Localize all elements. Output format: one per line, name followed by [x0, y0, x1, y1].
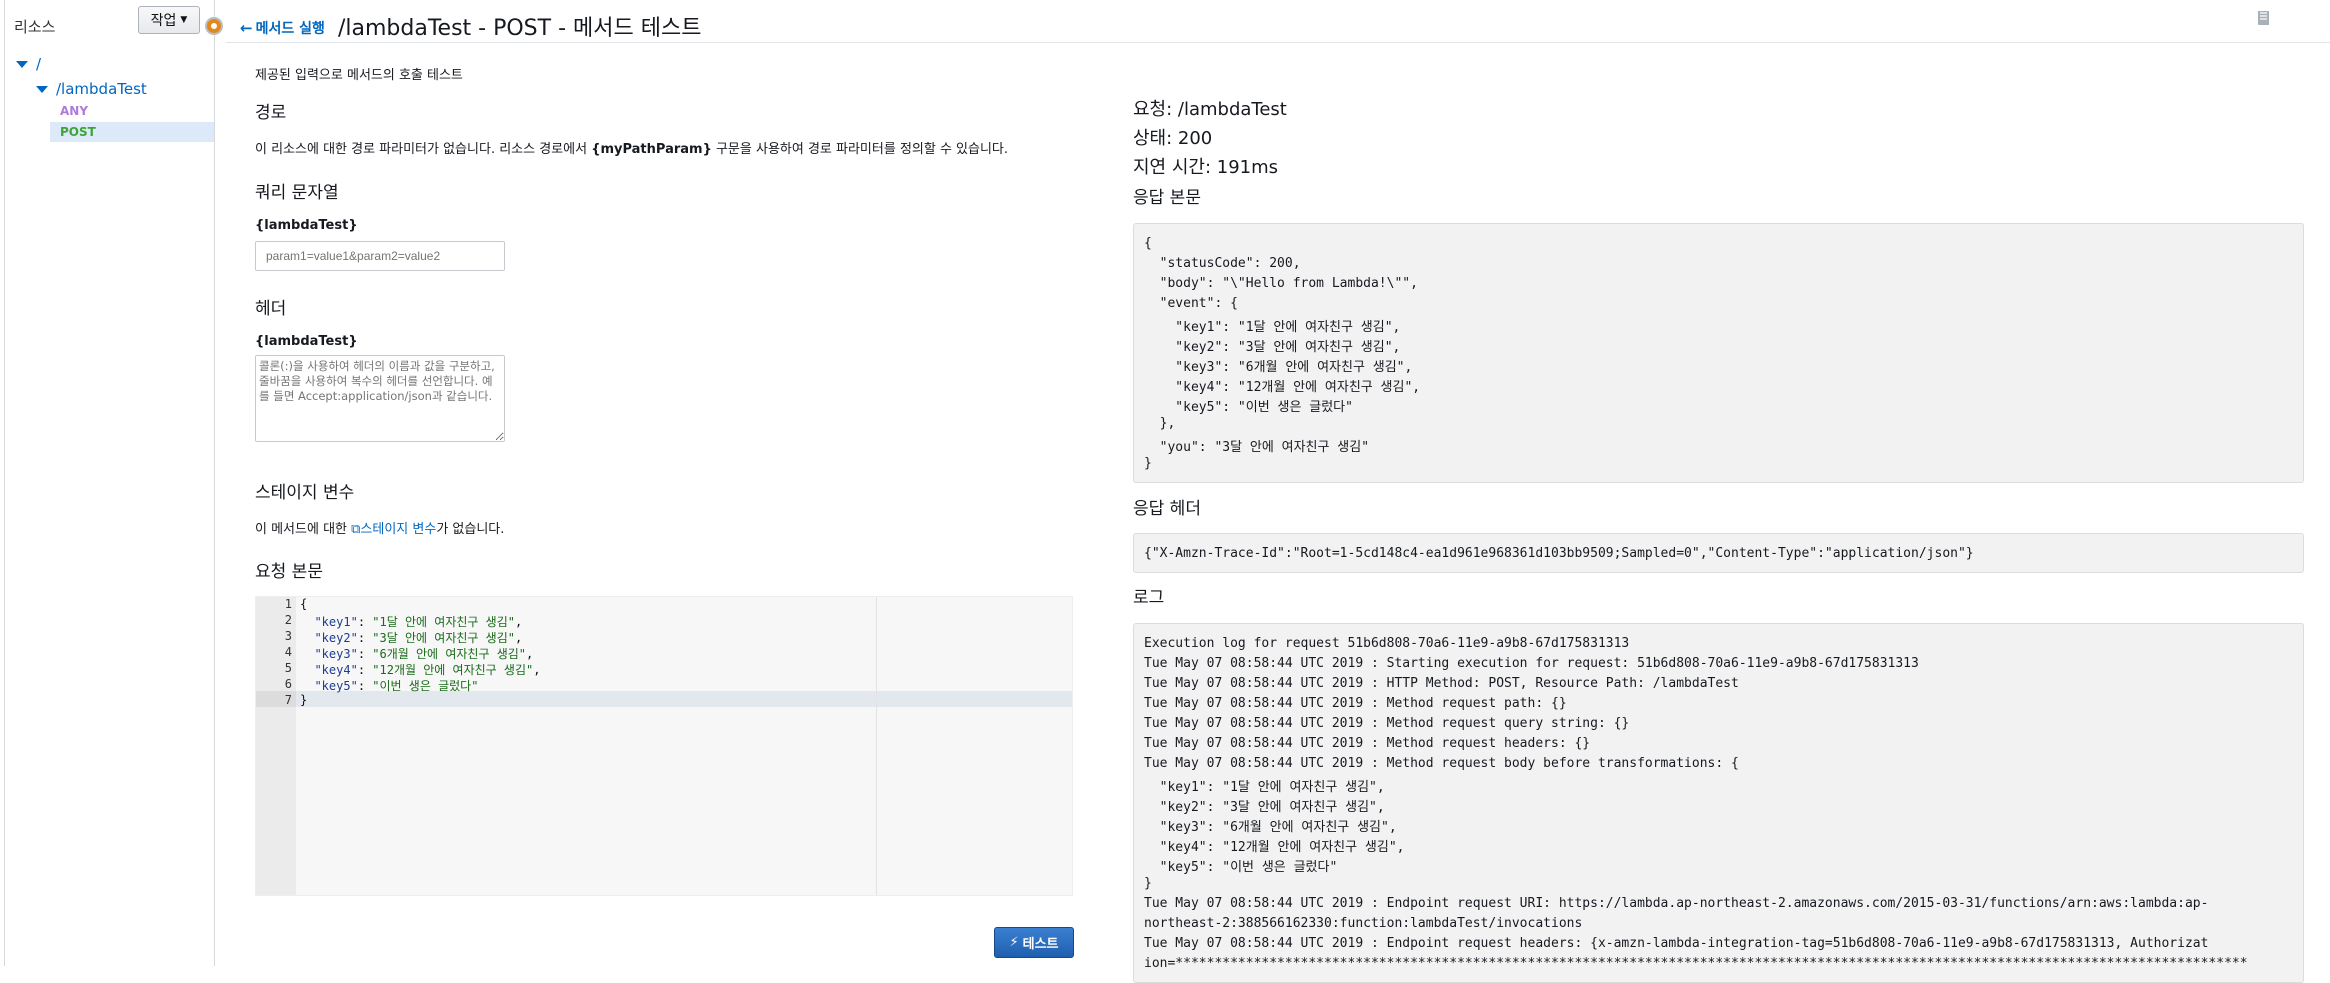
response-body-line: "key4": "12개월 안에 여자친구 생김",: [1144, 380, 1421, 395]
query-param-label: {lambdaTest}: [255, 218, 358, 233]
query-string-heading: 쿼리 문자열: [255, 183, 339, 203]
arrow-left-icon: ←: [240, 19, 253, 37]
code-line: "key4": "12개월 안에 여자친구 생김",: [314, 663, 541, 677]
stage-text-before: 이 메서드에 대한: [255, 522, 352, 537]
response-body-line: },: [1144, 416, 1176, 431]
query-string-input[interactable]: [255, 241, 505, 271]
log-line: Tue May 07 08:58:44 UTC 2019 : Endpoint …: [1144, 896, 2209, 911]
line-number: 1: [284, 597, 292, 611]
back-link-label: 메서드 실행: [255, 21, 325, 37]
test-button[interactable]: ⚡ 테스트: [994, 927, 1074, 958]
sidebar-edge: [4, 0, 5, 966]
logs-heading: 로그: [1133, 588, 1165, 608]
book-icon[interactable]: [2254, 8, 2274, 28]
response-status: 상태: 200: [1133, 128, 1213, 149]
line-number: 7: [284, 693, 292, 707]
chevron-down-icon: ▼: [180, 15, 188, 25]
line-number: 3: [284, 629, 292, 643]
response-body-line: "key3": "6개월 안에 여자친구 생김",: [1144, 360, 1413, 375]
tree-method-any[interactable]: ANY: [60, 104, 88, 118]
log-line: northeast-2:388566162330:function:lambda…: [1144, 916, 1583, 931]
response-body-line: "key1": "1달 안에 여자친구 생김",: [1144, 320, 1401, 335]
tree-item-root[interactable]: /: [16, 55, 41, 73]
log-line: "key4": "12개월 안에 여자친구 생김",: [1144, 840, 1405, 855]
stage-variables-heading: 스테이지 변수: [255, 483, 355, 503]
response-body-line: "statusCode": 200,: [1144, 256, 1301, 271]
response-headers-value: {"X-Amzn-Trace-Id":"Root=1-5cd148c4-ea1d…: [1144, 546, 1974, 561]
intro-text: 제공된 입력으로 메서드의 호출 테스트: [255, 68, 463, 83]
tree-method-label: POST: [60, 125, 96, 139]
log-line: Tue May 07 08:58:44 UTC 2019 : Method re…: [1144, 736, 1591, 751]
response-headers-box: {"X-Amzn-Trace-Id":"Root=1-5cd148c4-ea1d…: [1133, 533, 2304, 573]
log-line: Tue May 07 08:58:44 UTC 2019 : HTTP Meth…: [1144, 676, 1739, 691]
log-line: "key2": "3달 안에 여자친구 생김",: [1144, 800, 1385, 815]
collapse-sidebar-toggle[interactable]: [205, 17, 223, 35]
response-body-line: "key5": "이번 생은 글렀다": [1144, 400, 1353, 415]
path-heading: 경로: [255, 103, 287, 123]
code-line: "key2": "3달 안에 여자친구 생김",: [314, 631, 523, 645]
log-line: Tue May 07 08:58:44 UTC 2019 : Method re…: [1144, 716, 1630, 731]
resource-sidebar: 리소스 작업 ▼ / /lambdaTest ANY POST: [0, 0, 215, 966]
header-divider: [226, 42, 2330, 43]
tree-item-label: /lambdaTest: [56, 80, 147, 98]
log-line: ion=************************************…: [1144, 956, 2248, 971]
back-to-method-execution-link[interactable]: ← 메서드 실행: [240, 18, 325, 38]
line-number: 2: [284, 613, 292, 627]
response-body-line: "you": "3달 안에 여자친구 생김": [1144, 440, 1370, 455]
test-button-label: 테스트: [1022, 937, 1059, 952]
response-body-heading: 응답 본문: [1133, 188, 1201, 208]
log-line: Tue May 07 08:58:44 UTC 2019 : Method re…: [1144, 756, 1739, 771]
code-line: {: [300, 597, 308, 611]
log-line: "key1": "1달 안에 여자친구 생김",: [1144, 780, 1385, 795]
response-body-line: "body": "\"Hello from Lambda!\"",: [1144, 276, 1418, 291]
logs-box: Execution log for request 51b6d808-70a6-…: [1133, 623, 2304, 983]
log-line: Execution log for request 51b6d808-70a6-…: [1144, 636, 1630, 651]
tree-item-label: /: [36, 55, 42, 73]
lightning-icon: ⚡: [1009, 935, 1019, 950]
path-text-before: 이 리소스에 대한 경로 파라미터가 없습니다. 리소스 경로에서: [255, 142, 592, 157]
log-line: }: [1144, 876, 1152, 891]
log-line: Tue May 07 08:58:44 UTC 2019 : Endpoint …: [1144, 936, 2209, 951]
request-path: 요청: /lambdaTest: [1133, 99, 1287, 120]
stage-variables-text: 이 메서드에 대한 ⧉스테이지 변수가 없습니다.: [255, 518, 504, 537]
actions-dropdown-button[interactable]: 작업 ▼: [138, 6, 200, 34]
request-body-heading: 요청 본문: [255, 562, 323, 582]
code-line: }: [300, 693, 308, 707]
path-text-after: 구문을 사용하여 경로 파라미터를 정의할 수 있습니다.: [711, 142, 1009, 157]
log-line: Tue May 07 08:58:44 UTC 2019 : Starting …: [1144, 656, 1919, 671]
response-body-line: "key2": "3달 안에 여자친구 생김",: [1144, 340, 1401, 355]
stage-text-after: 가 없습니다.: [436, 522, 505, 537]
response-body-line: }: [1144, 456, 1152, 471]
line-number: 5: [284, 661, 292, 675]
resources-title: 리소스: [14, 18, 56, 36]
line-number: 4: [284, 645, 292, 659]
stage-link-label: 스테이지 변수: [360, 522, 437, 537]
stage-variables-link[interactable]: ⧉스테이지 변수: [351, 522, 436, 537]
print-margin: [876, 597, 877, 895]
request-body-editor[interactable]: { "key1": "1달 안에 여자친구 생김", "key2": "3달 안…: [255, 596, 1073, 896]
code-line: "key3": "6개월 안에 여자친구 생김",: [314, 647, 534, 661]
response-latency: 지연 시간: 191ms: [1133, 157, 1279, 178]
response-headers-heading: 응답 헤더: [1133, 499, 1201, 519]
log-line: Tue May 07 08:58:44 UTC 2019 : Method re…: [1144, 696, 1567, 711]
log-line: "key3": "6개월 안에 여자친구 생김",: [1144, 820, 1397, 835]
caret-down-icon: [16, 60, 28, 68]
actions-label: 작업: [150, 13, 177, 29]
headers-label: {lambdaTest}: [255, 334, 358, 349]
path-description: 이 리소스에 대한 경로 파라미터가 없습니다. 리소스 경로에서 {myPat…: [255, 138, 1008, 157]
log-line: "key5": "이번 생은 글렀다": [1144, 860, 1338, 875]
response-body-line: {: [1144, 236, 1152, 251]
response-body-box: { "statusCode": 200, "body": "\"Hello fr…: [1133, 223, 2304, 483]
line-number: 6: [284, 677, 292, 691]
headers-textarea[interactable]: [255, 355, 505, 442]
path-param-syntax: {myPathParam}: [591, 142, 712, 157]
page-title: /lambdaTest - POST - 메서드 테스트: [338, 16, 702, 41]
response-body-line: "event": {: [1144, 296, 1238, 311]
headers-heading: 헤더: [255, 299, 287, 319]
tree-method-post-selected[interactable]: POST: [50, 122, 214, 142]
code-line: "key5": "이번 생은 글렀다": [314, 679, 479, 693]
code-line: "key1": "1달 안에 여자친구 생김",: [314, 615, 523, 629]
caret-down-icon: [36, 85, 48, 93]
tree-item-lambdatest[interactable]: /lambdaTest: [36, 80, 147, 98]
